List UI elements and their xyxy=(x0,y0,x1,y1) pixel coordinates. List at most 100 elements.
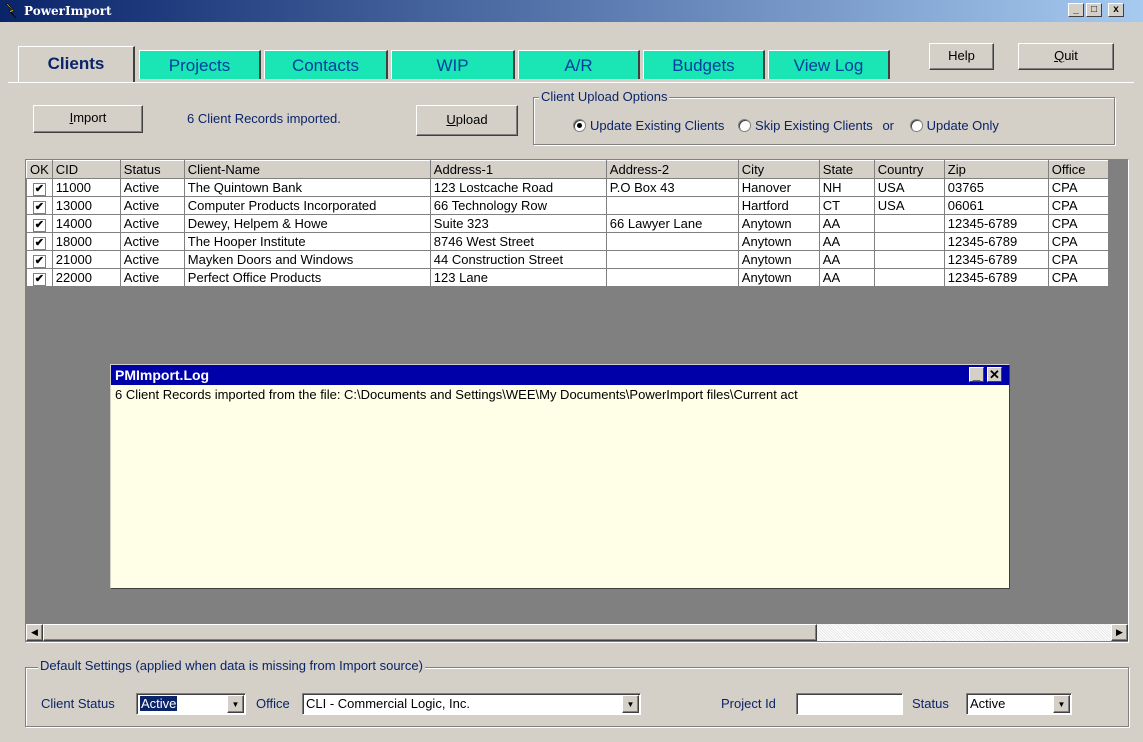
cell-city[interactable]: Anytown xyxy=(737,250,820,269)
cell-country[interactable]: USA xyxy=(873,178,945,197)
chevron-down-icon[interactable]: ▼ xyxy=(622,695,639,713)
update-only-label[interactable]: Update Only xyxy=(927,118,999,133)
cell-client-name[interactable]: Computer Products Incorporated xyxy=(183,196,431,215)
cell-cid[interactable]: 18000 xyxy=(51,232,121,251)
cell-zip[interactable]: 12345-6789 xyxy=(943,214,1049,233)
col-office[interactable]: Office xyxy=(1047,160,1109,179)
cell-status[interactable]: Active xyxy=(119,268,185,287)
tab-clients[interactable]: Clients xyxy=(18,46,135,82)
cell-zip[interactable]: 12345-6789 xyxy=(943,250,1049,269)
cell-zip[interactable]: 03765 xyxy=(943,178,1049,197)
cell-country[interactable] xyxy=(873,214,945,233)
cell-ok[interactable]: ✔ xyxy=(26,178,53,197)
chevron-down-icon[interactable]: ▼ xyxy=(227,695,244,713)
ok-checkbox[interactable]: ✔ xyxy=(32,272,46,286)
cell-state[interactable]: AA xyxy=(818,268,875,287)
cell-status[interactable]: Active xyxy=(119,232,185,251)
cell-address-1[interactable]: 8746 West Street xyxy=(429,232,607,251)
cell-city[interactable]: Anytown xyxy=(737,232,820,251)
cell-office[interactable]: CPA xyxy=(1047,250,1109,269)
cell-address-1[interactable]: 123 Lane xyxy=(429,268,607,287)
table-row[interactable]: ✔ 18000 Active The Hooper Institute 8746 Wes… xyxy=(26,232,1109,251)
col-address-1[interactable]: Address-1 xyxy=(429,160,607,179)
cell-country[interactable] xyxy=(873,232,945,251)
col-zip[interactable]: Zip xyxy=(943,160,1049,179)
quit-button[interactable]: Quit xyxy=(1018,43,1114,70)
table-row[interactable]: ✔ 22000 Active Perfect Office Products 123 L… xyxy=(26,268,1109,287)
cell-client-name[interactable]: The Hooper Institute xyxy=(183,232,431,251)
cell-state[interactable]: NH xyxy=(818,178,875,197)
tab-view-log[interactable]: View Log xyxy=(768,50,890,79)
cell-zip[interactable]: 06061 xyxy=(943,196,1049,215)
cell-status[interactable]: Active xyxy=(119,214,185,233)
table-row[interactable]: ✔ 13000 Active Computer Products Incorporat… xyxy=(26,196,1109,215)
cell-state[interactable]: CT xyxy=(818,196,875,215)
ok-checkbox[interactable]: ✔ xyxy=(32,200,46,214)
col-state[interactable]: State xyxy=(818,160,875,179)
ok-checkbox[interactable]: ✔ xyxy=(32,254,46,268)
cell-country[interactable]: USA xyxy=(873,196,945,215)
cell-office[interactable]: CPA xyxy=(1047,196,1109,215)
cell-country[interactable] xyxy=(873,268,945,287)
cell-zip[interactable]: 12345-6789 xyxy=(943,268,1049,287)
cell-state[interactable]: AA xyxy=(818,232,875,251)
upload-button[interactable]: Upload xyxy=(416,105,518,136)
cell-office[interactable]: CPA xyxy=(1047,214,1109,233)
cell-ok[interactable]: ✔ xyxy=(26,214,53,233)
office-select[interactable]: CLI - Commercial Logic, Inc. ▼ xyxy=(302,693,641,715)
table-row[interactable]: ✔ 14000 Active Dewey, Helpem & Howe Suite 32… xyxy=(26,214,1109,233)
cell-city[interactable]: Anytown xyxy=(737,214,820,233)
tab-wip[interactable]: WIP xyxy=(391,50,515,79)
import-button[interactable]: Import xyxy=(33,105,143,133)
log-window[interactable]: PMImport.Log _ ✕ 6 Client Records import… xyxy=(110,364,1010,589)
log-minimize-icon[interactable]: _ xyxy=(969,367,984,382)
table-row[interactable]: ✔ 11000 Active The Quintown Bank 123 Lostcac… xyxy=(26,178,1109,197)
cell-address-2[interactable]: P.O Box 43 xyxy=(605,178,739,197)
scroll-left-icon[interactable]: ◀ xyxy=(26,624,43,641)
cell-client-name[interactable]: Mayken Doors and Windows xyxy=(183,250,431,269)
tab-budgets[interactable]: Budgets xyxy=(643,50,765,79)
cell-cid[interactable]: 14000 xyxy=(51,214,121,233)
cell-city[interactable]: Anytown xyxy=(737,268,820,287)
cell-client-name[interactable]: Perfect Office Products xyxy=(183,268,431,287)
tab-ar[interactable]: A/R xyxy=(518,50,640,79)
ok-checkbox[interactable]: ✔ xyxy=(32,182,46,196)
cell-address-1[interactable]: 123 Lostcache Road xyxy=(429,178,607,197)
col-address-2[interactable]: Address-2 xyxy=(605,160,739,179)
cell-office[interactable]: CPA xyxy=(1047,232,1109,251)
cell-city[interactable]: Hartford xyxy=(737,196,820,215)
skip-existing-radio[interactable] xyxy=(738,119,752,132)
cell-office[interactable]: CPA xyxy=(1047,178,1109,197)
cell-city[interactable]: Hanover xyxy=(737,178,820,197)
cell-address-2[interactable] xyxy=(605,250,739,269)
close-button[interactable]: x xyxy=(1108,3,1124,17)
col-client-name[interactable]: Client-Name xyxy=(183,160,431,179)
project-id-input[interactable] xyxy=(796,693,903,715)
cell-country[interactable] xyxy=(873,250,945,269)
update-only-radio[interactable] xyxy=(909,119,923,132)
ok-checkbox[interactable]: ✔ xyxy=(32,218,46,232)
cell-cid[interactable]: 11000 xyxy=(51,178,121,197)
col-city[interactable]: City xyxy=(737,160,820,179)
cell-zip[interactable]: 12345-6789 xyxy=(943,232,1049,251)
update-existing-radio[interactable] xyxy=(573,119,586,132)
tab-projects[interactable]: Projects xyxy=(139,50,261,79)
table-row[interactable]: ✔ 21000 Active Mayken Doors and Windows 44 C… xyxy=(26,250,1109,269)
cell-state[interactable]: AA xyxy=(818,214,875,233)
cell-status[interactable]: Active xyxy=(119,196,185,215)
scroll-thumb[interactable] xyxy=(43,624,817,641)
cell-state[interactable]: AA xyxy=(818,250,875,269)
col-ok[interactable]: OK xyxy=(26,160,53,179)
cell-address-1[interactable]: 44 Construction Street xyxy=(429,250,607,269)
cell-address-2[interactable] xyxy=(605,196,739,215)
cell-office[interactable]: CPA xyxy=(1047,268,1109,287)
horizontal-scrollbar[interactable]: ◀ ▶ xyxy=(26,624,1128,641)
col-status[interactable]: Status xyxy=(119,160,185,179)
cell-cid[interactable]: 21000 xyxy=(51,250,121,269)
cell-ok[interactable]: ✔ xyxy=(26,232,53,251)
cell-client-name[interactable]: Dewey, Helpem & Howe xyxy=(183,214,431,233)
cell-cid[interactable]: 13000 xyxy=(51,196,121,215)
status-select[interactable]: Active ▼ xyxy=(966,693,1072,715)
cell-status[interactable]: Active xyxy=(119,178,185,197)
cell-status[interactable]: Active xyxy=(119,250,185,269)
